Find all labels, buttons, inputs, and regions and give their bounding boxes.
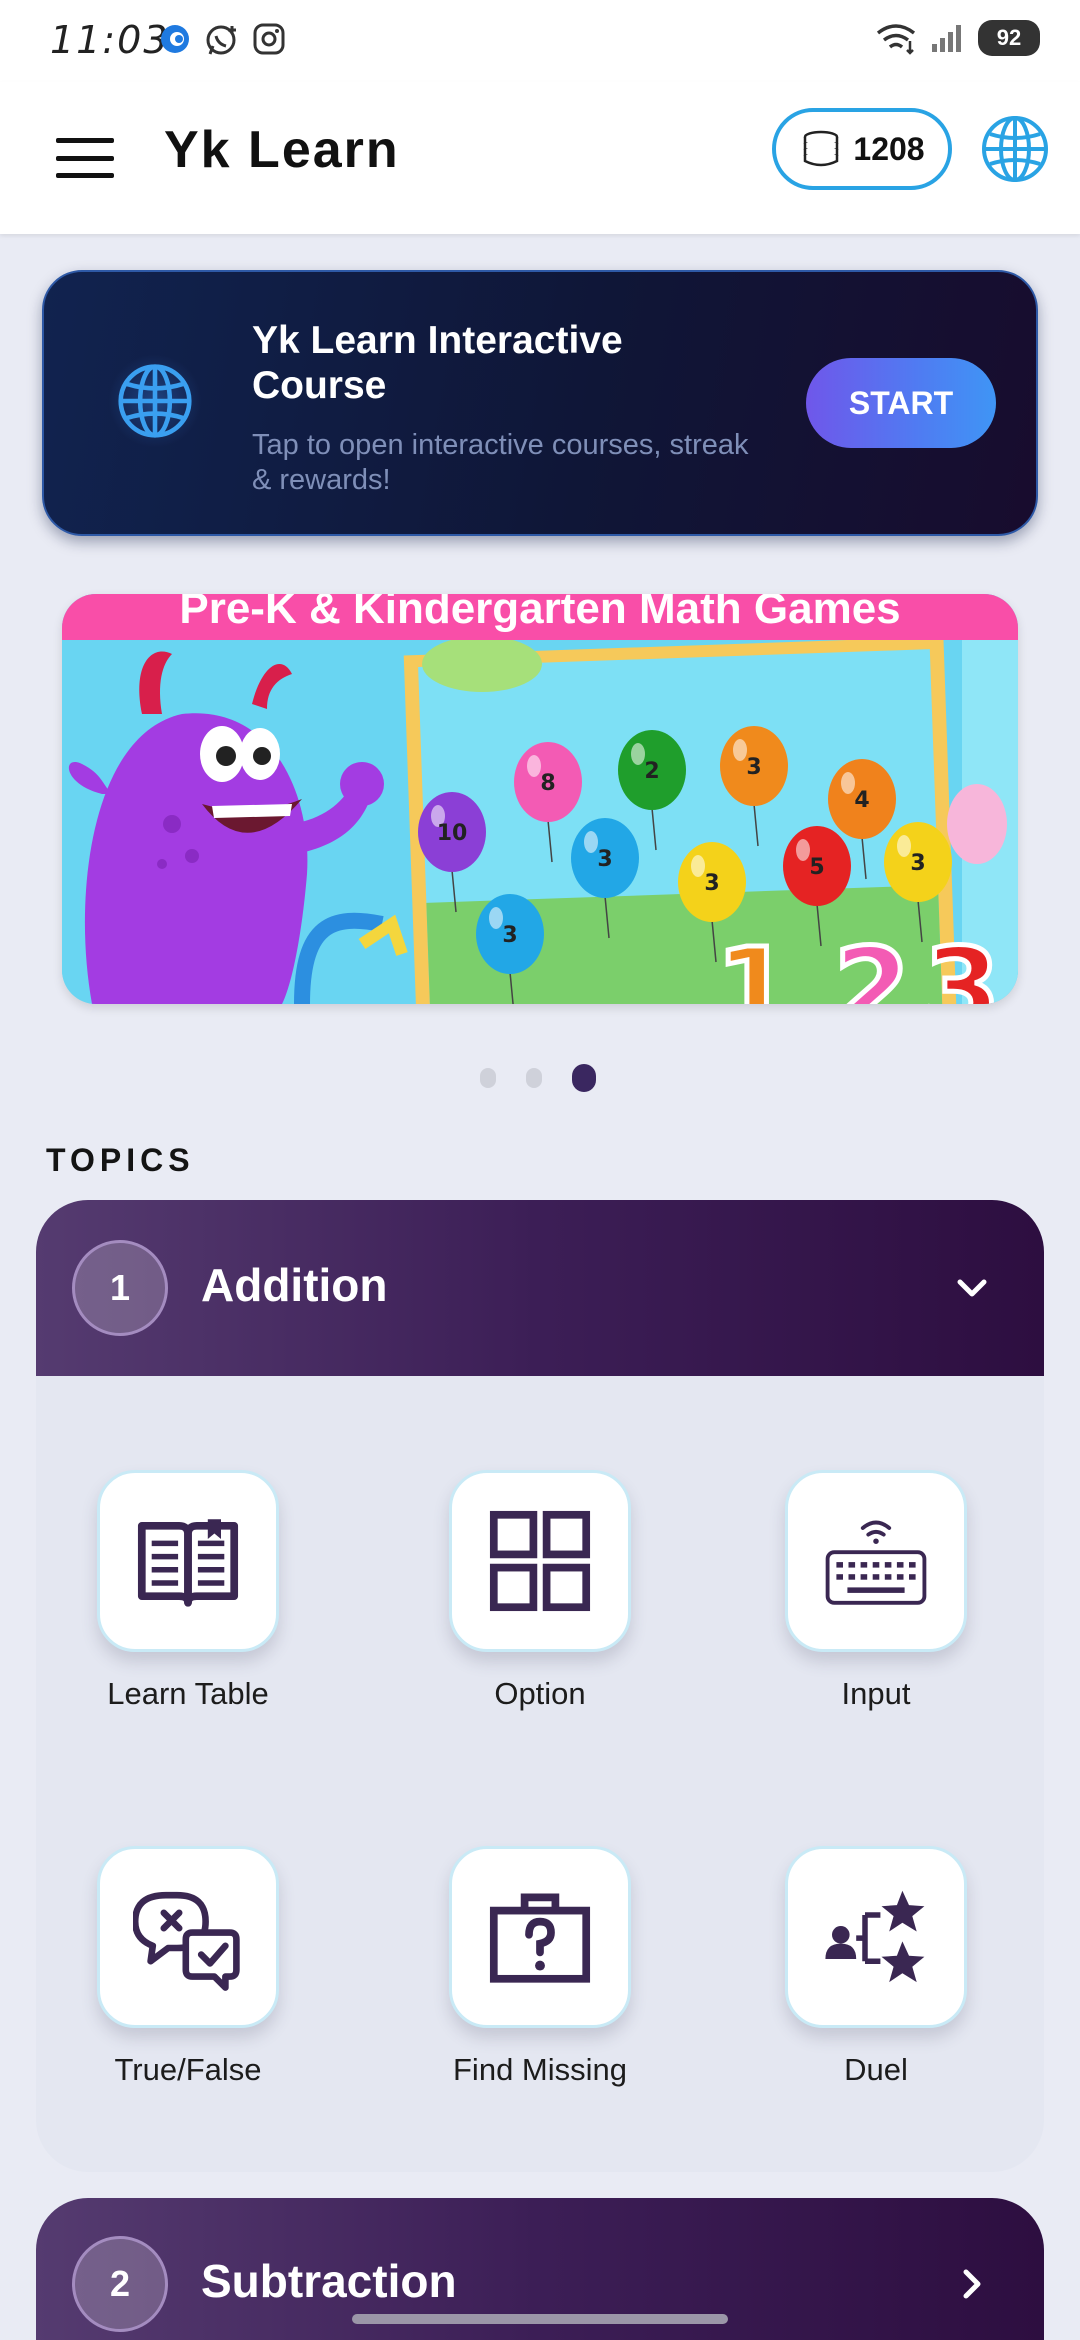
app-title: Yk Learn bbox=[164, 121, 400, 179]
status-time: 11:03 bbox=[50, 18, 170, 62]
mode-input[interactable]: Input bbox=[726, 1470, 1026, 1712]
big-number: 1 bbox=[716, 924, 793, 1004]
balloon-layer: 108 2 34335 33 1 2 3 bbox=[418, 726, 1003, 1004]
course-title: Yk Learn Interactive Course bbox=[252, 319, 623, 407]
chevron-down-icon[interactable] bbox=[948, 1264, 996, 1312]
duel-icon bbox=[825, 1890, 925, 1983]
balloon: 8 bbox=[514, 742, 582, 863]
mode-label: Duel bbox=[844, 2052, 908, 2087]
battery-icon: 92 bbox=[978, 20, 1040, 56]
topic-number: 1 bbox=[72, 1240, 168, 1336]
balloon: 3 bbox=[571, 818, 639, 939]
topic-panel-addition: 1 Addition Learn Table Option Input True… bbox=[36, 1200, 1044, 2172]
interactive-course-card[interactable]: Yk Learn Interactive Course Tap to open … bbox=[42, 270, 1038, 536]
big-number: 3 bbox=[924, 924, 1001, 1004]
balloon-number: 8 bbox=[540, 771, 555, 796]
mode-label: Learn Table bbox=[107, 1676, 269, 1711]
balloon-number: 3 bbox=[597, 847, 612, 872]
coin-balance-button[interactable]: 1208 bbox=[772, 108, 952, 190]
mode-label: Input bbox=[841, 1676, 911, 1711]
mode-tile-box bbox=[449, 1846, 631, 2028]
big-number: 2 bbox=[834, 924, 911, 1004]
mode-label: True/False bbox=[114, 2052, 262, 2087]
balloon-number: 3 bbox=[704, 871, 719, 896]
book-icon bbox=[137, 1519, 239, 1607]
balloon-number: 10 bbox=[437, 821, 468, 846]
chevron-right-icon[interactable] bbox=[948, 2260, 996, 2308]
mode-true-false[interactable]: True/False bbox=[38, 1846, 338, 2088]
balloon-number: 2 bbox=[644, 759, 659, 784]
start-button[interactable]: START bbox=[806, 358, 996, 448]
topic-name: Subtraction bbox=[201, 2255, 457, 2307]
home-indicator[interactable] bbox=[352, 2314, 728, 2324]
app-header: Yk Learn 1208 bbox=[0, 82, 1080, 234]
status-bar: 11:03 92 bbox=[0, 0, 1080, 82]
app-indicator-icon bbox=[161, 25, 189, 53]
coin-stack-icon bbox=[804, 130, 839, 167]
promo-carousel[interactable]: Pre-K & Kindergarten Math Games 10 8 2 3 4 3 3… bbox=[62, 594, 1018, 1004]
mode-learn-table[interactable]: Learn Table bbox=[38, 1470, 338, 1712]
mode-find-missing[interactable]: Find Missing bbox=[390, 1846, 690, 2088]
mode-tile-box bbox=[97, 1470, 279, 1652]
mode-tile-box bbox=[785, 1846, 967, 2028]
status-icons-left bbox=[158, 22, 286, 58]
balloon: 3 bbox=[720, 726, 788, 847]
mode-label: Option bbox=[494, 1676, 586, 1711]
mode-tile-box bbox=[449, 1470, 631, 1652]
mode-tile-box bbox=[785, 1470, 967, 1652]
true-false-icon bbox=[133, 1891, 240, 1991]
wifi-icon bbox=[876, 24, 916, 55]
status-icons-right: 92 bbox=[874, 20, 1040, 56]
topic-number: 2 bbox=[72, 2236, 168, 2332]
mode-option[interactable]: Option bbox=[390, 1470, 690, 1712]
balloon-number: 5 bbox=[809, 855, 824, 880]
question-box-icon bbox=[489, 1893, 591, 1983]
menu-icon[interactable] bbox=[56, 128, 114, 188]
globe-icon[interactable] bbox=[980, 114, 1050, 184]
carousel-page-dots bbox=[480, 1064, 596, 1092]
balloon: 10 bbox=[418, 792, 486, 913]
topic-header-addition[interactable]: 1 Addition bbox=[36, 1200, 1044, 1376]
coin-count: 1208 bbox=[853, 130, 925, 167]
balloon-number: 4 bbox=[854, 788, 869, 813]
signal-icon bbox=[932, 25, 961, 52]
course-subtitle: Tap to open interactive courses, streak … bbox=[252, 429, 749, 496]
balloon: 3 bbox=[476, 894, 544, 1004]
grid-icon bbox=[489, 1510, 591, 1612]
topics-heading: TOPICS bbox=[46, 1142, 195, 1178]
course-globe-icon bbox=[108, 354, 202, 448]
carousel-dot-2[interactable] bbox=[526, 1068, 542, 1088]
keyboard-icon bbox=[825, 1520, 927, 1605]
carousel-dot-3-active[interactable] bbox=[572, 1064, 596, 1092]
mode-label: Find Missing bbox=[453, 2052, 627, 2087]
mode-duel[interactable]: Duel bbox=[726, 1846, 1026, 2088]
balloon-number: 3 bbox=[910, 851, 925, 876]
topic-name: Addition bbox=[201, 1259, 388, 1311]
balloon-number: 3 bbox=[746, 755, 761, 780]
whatsapp-icon bbox=[206, 25, 236, 55]
mode-tile-box bbox=[97, 1846, 279, 2028]
carousel-dot-1[interactable] bbox=[480, 1068, 496, 1088]
balloon-number: 3 bbox=[502, 923, 517, 948]
instagram-icon bbox=[253, 23, 285, 55]
